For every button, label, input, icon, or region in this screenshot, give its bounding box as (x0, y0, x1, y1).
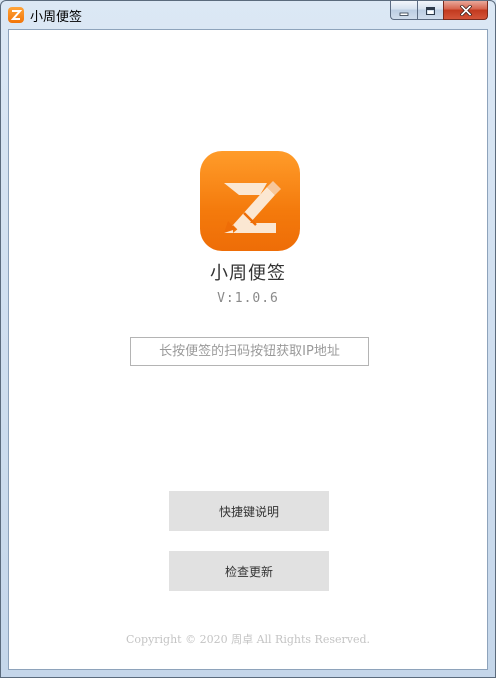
app-icon (8, 7, 24, 23)
close-button[interactable] (443, 1, 488, 20)
title-bar[interactable]: 小周便签 (1, 1, 495, 29)
copyright-text: Copyright © 2020 周卓 All Rights Reserved. (125, 633, 371, 646)
maximize-button[interactable] (417, 1, 443, 20)
app-window: 小周便签 小周便签 V:1.0.6 长按便签的扫码按钮获取IP地址 快捷键说明 … (0, 0, 496, 678)
app-name: 小周便签 (210, 263, 286, 284)
client-area: 小周便签 V:1.0.6 快捷键说明 检查更新 Copyright © 2020… (8, 29, 488, 670)
shortcuts-help-button[interactable]: 快捷键说明 (169, 491, 329, 531)
z-pencil-logo-icon (200, 151, 300, 251)
minimize-button[interactable] (390, 1, 417, 20)
version-label: V:1.0.6 (217, 291, 279, 306)
ip-address-input[interactable] (130, 337, 369, 366)
check-update-button[interactable]: 检查更新 (169, 551, 329, 591)
caption-buttons (390, 1, 488, 21)
minimize-icon (399, 1, 409, 20)
maximize-icon (425, 1, 436, 20)
window-title: 小周便签 (30, 10, 83, 25)
close-icon (459, 1, 472, 20)
